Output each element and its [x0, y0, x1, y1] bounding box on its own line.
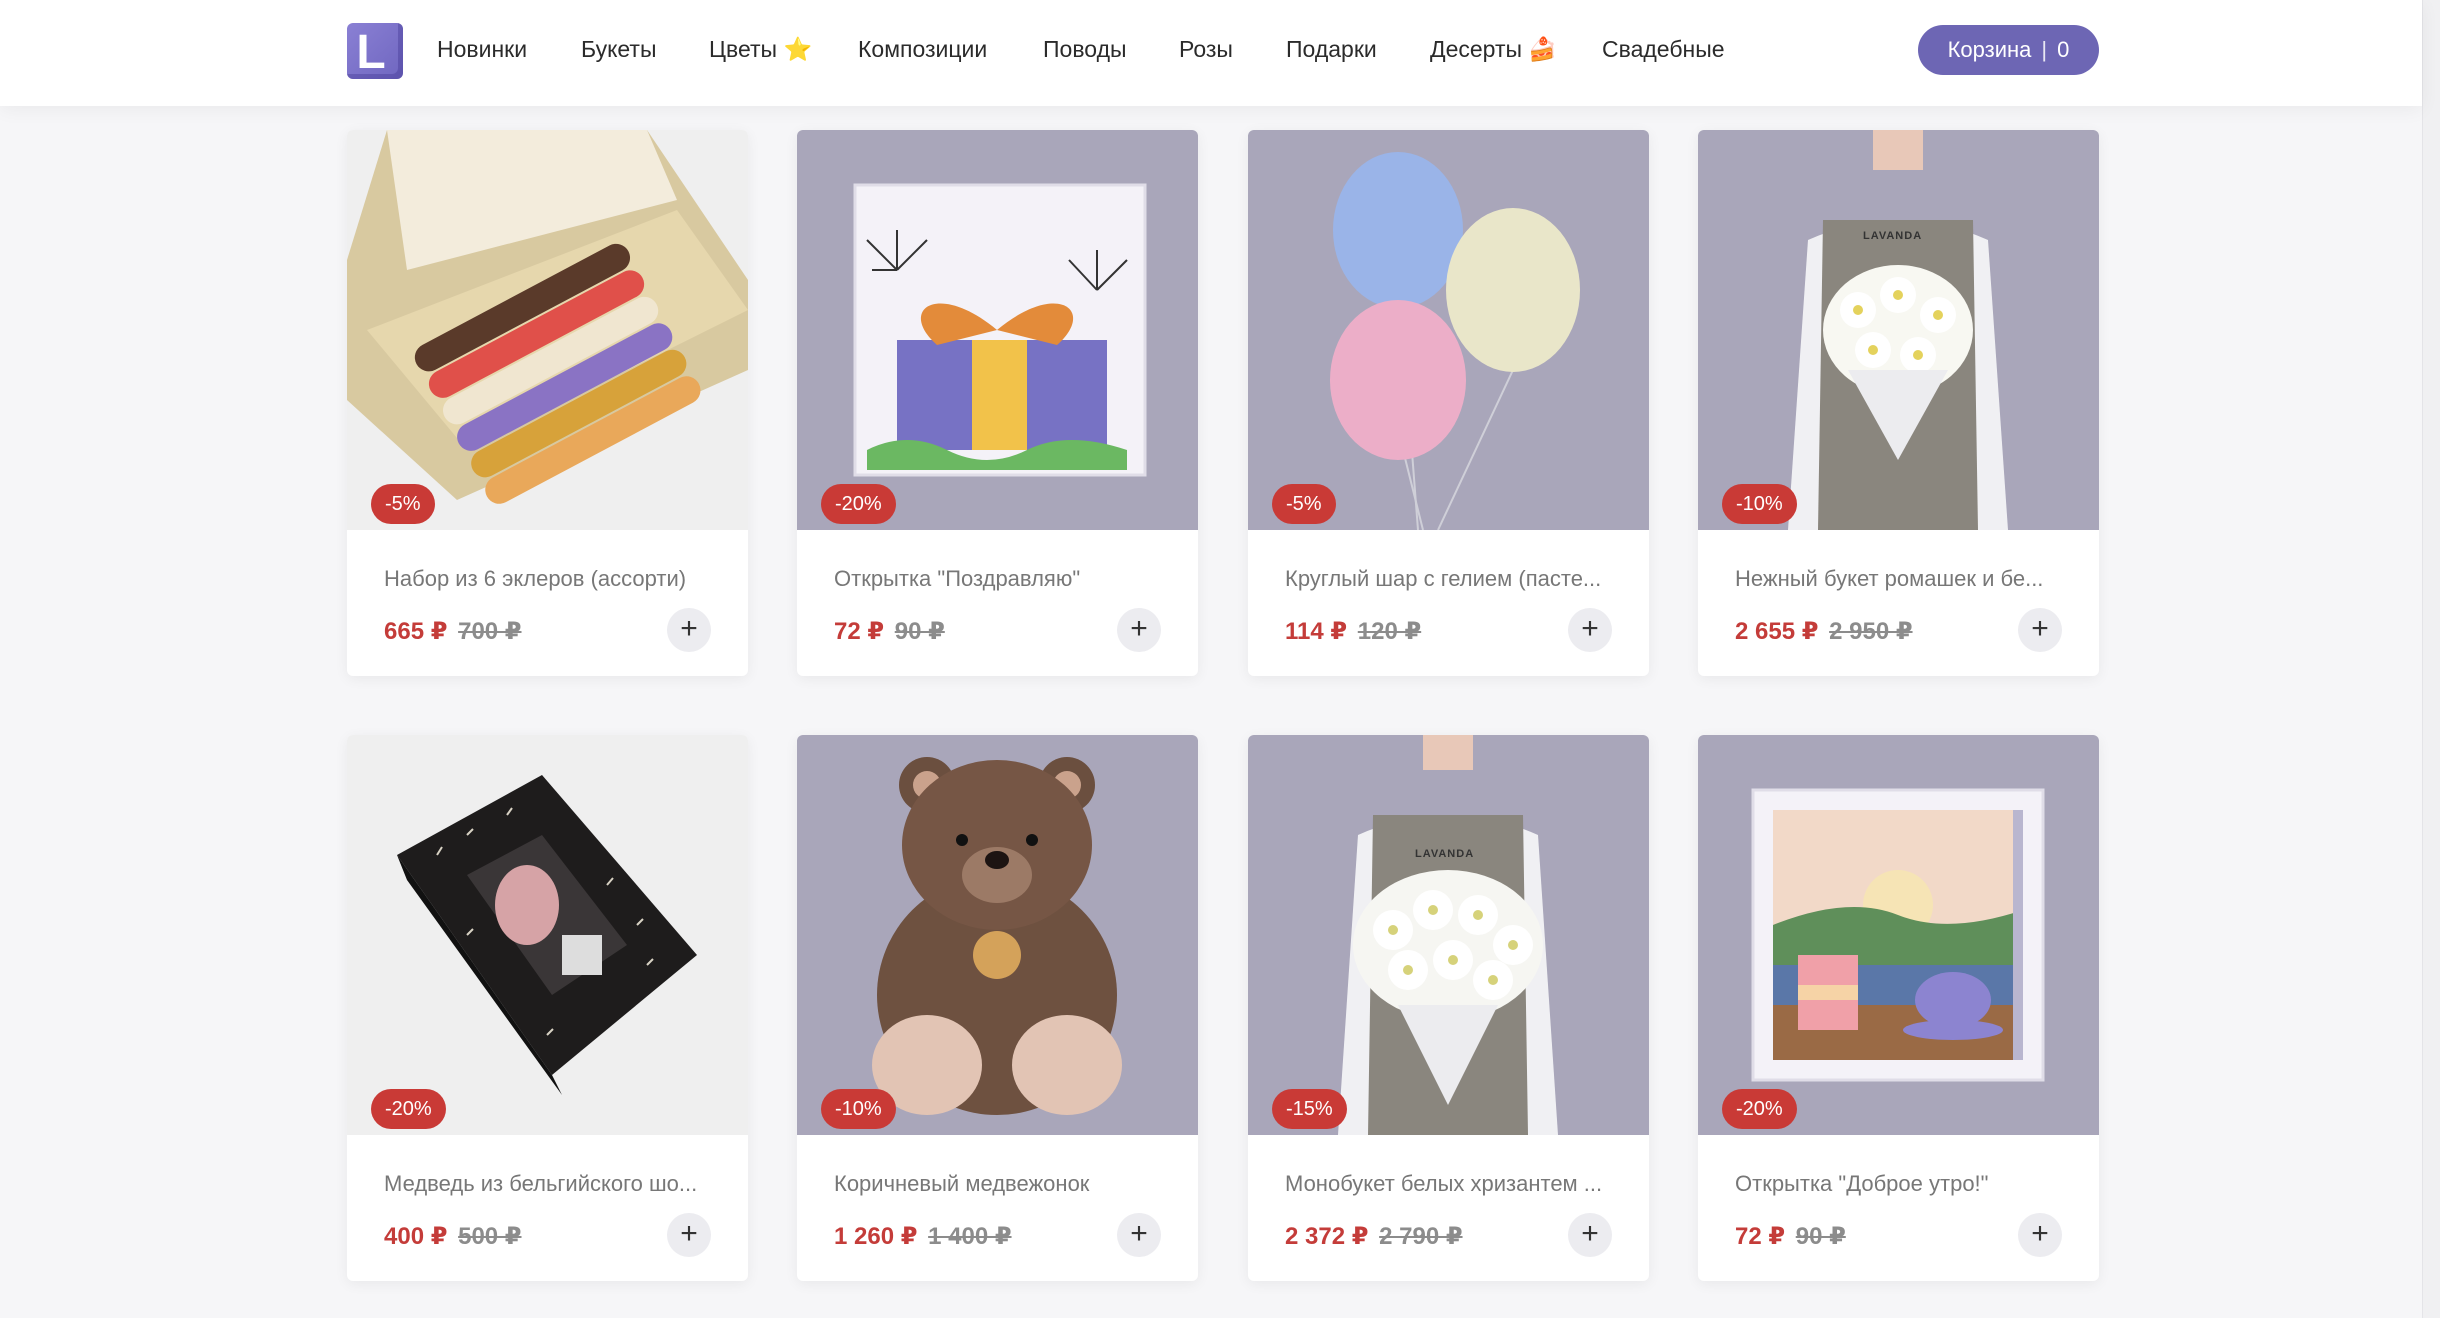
discount-badge: -20% — [1722, 1089, 1797, 1129]
nav-item-gifts[interactable]: Подарки — [1286, 34, 1377, 64]
product-title[interactable]: Монобукет белых хризантем ... — [1285, 1171, 1625, 1197]
product-image-bouquet-daisies[interactable]: LAVANDA -10% — [1698, 130, 2099, 530]
product-card[interactable]: -20% Открытка "Доброе утро!" 72 ₽ 90 ₽ + — [1698, 735, 2099, 1281]
discount-badge: -10% — [821, 1089, 896, 1129]
price-old: 2 950 ₽ — [1829, 618, 1913, 645]
site-header: L Новинки Букеты Цветы ⭐ Композиции Пово… — [0, 0, 2422, 106]
plus-icon: + — [1581, 1217, 1599, 1250]
nav-item-roses[interactable]: Розы — [1179, 34, 1233, 64]
price-current: 2 655 ₽ — [1735, 618, 1819, 645]
plus-icon: + — [680, 612, 698, 645]
price-current: 400 ₽ — [384, 1223, 448, 1250]
nav-item-new[interactable]: Новинки — [437, 34, 527, 64]
discount-badge: -20% — [371, 1089, 446, 1129]
plus-icon: + — [2031, 1217, 2049, 1250]
discount-badge: -10% — [1722, 484, 1797, 524]
price-old: 2 790 ₽ — [1379, 1223, 1463, 1250]
product-title[interactable]: Медведь из бельгийского шо... — [384, 1171, 724, 1197]
price-current: 665 ₽ — [384, 618, 448, 645]
product-title[interactable]: Коричневый медвежонок — [834, 1171, 1174, 1197]
add-to-cart-button[interactable]: + — [2018, 1213, 2062, 1257]
product-card[interactable]: -5% Круглый шар с гелием (пасте... 114 ₽… — [1248, 130, 1649, 676]
product-image-morning-card[interactable]: -20% — [1698, 735, 2099, 1135]
price-current: 72 ₽ — [1735, 1223, 1786, 1250]
plus-icon: + — [680, 1217, 698, 1250]
add-to-cart-button[interactable]: + — [2018, 608, 2062, 652]
product-title[interactable]: Круглый шар с гелием (пасте... — [1285, 566, 1625, 592]
product-image-chocolate-bear-box[interactable]: -20% — [347, 735, 748, 1135]
product-image-eclairs[interactable]: -5% — [347, 130, 748, 530]
product-title[interactable]: Открытка "Поздравляю" — [834, 566, 1174, 592]
product-card[interactable]: LAVANDA -15% Монобукет белых хризантем .… — [1248, 735, 1649, 1281]
product-prices: 400 ₽ 500 ₽ — [384, 1222, 522, 1251]
cart-button[interactable]: Корзина | 0 — [1918, 25, 2099, 75]
price-old: 90 ₽ — [894, 618, 945, 645]
price-current: 114 ₽ — [1285, 618, 1348, 645]
price-current: 72 ₽ — [834, 618, 885, 645]
add-to-cart-button[interactable]: + — [1568, 1213, 1612, 1257]
product-card[interactable]: LAVANDA -10% Нежный букет ромашек и бе..… — [1698, 130, 2099, 676]
product-title[interactable]: Набор из 6 эклеров (ассорти) — [384, 566, 724, 592]
product-prices: 114 ₽ 120 ₽ — [1285, 617, 1421, 646]
logo-letter: L — [356, 26, 386, 79]
product-card[interactable]: -20% Медведь из бельгийского шо... 400 ₽… — [347, 735, 748, 1281]
apron-text: LAVANDA — [1415, 848, 1475, 860]
nav-item-compositions[interactable]: Композиции — [858, 34, 987, 64]
cart-separator: | — [2041, 37, 2048, 62]
price-old: 500 ₽ — [458, 1223, 522, 1250]
product-prices: 72 ₽ 90 ₽ — [834, 617, 945, 646]
product-image-bouquet-chrysanthemums[interactable]: LAVANDA -15% — [1248, 735, 1649, 1135]
discount-badge: -5% — [1272, 484, 1336, 524]
plus-icon: + — [2031, 612, 2049, 645]
price-current: 1 260 ₽ — [834, 1223, 918, 1250]
cart-count: 0 — [2057, 37, 2070, 62]
add-to-cart-button[interactable]: + — [667, 608, 711, 652]
product-prices: 2 655 ₽ 2 950 ₽ — [1735, 617, 1913, 646]
product-card[interactable]: -5% Набор из 6 эклеров (ассорти) 665 ₽ 7… — [347, 130, 748, 676]
add-to-cart-button[interactable]: + — [1568, 608, 1612, 652]
add-to-cart-button[interactable]: + — [1117, 1213, 1161, 1257]
product-card[interactable]: -10% Коричневый медвежонок 1 260 ₽ 1 400… — [797, 735, 1198, 1281]
nav-item-wedding[interactable]: Свадебные — [1602, 34, 1725, 64]
price-old: 700 ₽ — [458, 618, 522, 645]
add-to-cart-button[interactable]: + — [667, 1213, 711, 1257]
nav-item-desserts[interactable]: Десерты 🍰 — [1430, 34, 1557, 64]
plus-icon: + — [1130, 1217, 1148, 1250]
plus-icon: + — [1581, 612, 1599, 645]
discount-badge: -15% — [1272, 1089, 1347, 1129]
site-logo[interactable]: L — [347, 23, 403, 79]
product-prices: 665 ₽ 700 ₽ — [384, 617, 522, 646]
page-scrollbar[interactable] — [2422, 0, 2440, 1318]
price-current: 2 372 ₽ — [1285, 1223, 1369, 1250]
product-prices: 2 372 ₽ 2 790 ₽ — [1285, 1222, 1463, 1251]
price-old: 1 400 ₽ — [928, 1223, 1012, 1250]
nav-item-flowers[interactable]: Цветы ⭐ — [709, 34, 812, 64]
product-prices: 1 260 ₽ 1 400 ₽ — [834, 1222, 1012, 1251]
cart-label: Корзина — [1947, 37, 2032, 62]
discount-badge: -5% — [371, 484, 435, 524]
product-title[interactable]: Нежный букет ромашек и бе... — [1735, 566, 2075, 592]
nav-item-occasions[interactable]: Поводы — [1043, 34, 1127, 64]
discount-badge: -20% — [821, 484, 896, 524]
price-old: 90 ₽ — [1795, 1223, 1846, 1250]
plus-icon: + — [1130, 612, 1148, 645]
product-image-teddy-bear[interactable]: -10% — [797, 735, 1198, 1135]
product-image-balloons[interactable]: -5% — [1248, 130, 1649, 530]
product-image-gift-card[interactable]: -20% — [797, 130, 1198, 530]
price-old: 120 ₽ — [1357, 618, 1422, 645]
product-title[interactable]: Открытка "Доброе утро!" — [1735, 1171, 2075, 1197]
product-card[interactable]: -20% Открытка "Поздравляю" 72 ₽ 90 ₽ + — [797, 130, 1198, 676]
product-prices: 72 ₽ 90 ₽ — [1735, 1222, 1846, 1251]
nav-item-bouquets[interactable]: Букеты — [581, 34, 657, 64]
apron-text: LAVANDA — [1863, 230, 1923, 242]
add-to-cart-button[interactable]: + — [1117, 608, 1161, 652]
